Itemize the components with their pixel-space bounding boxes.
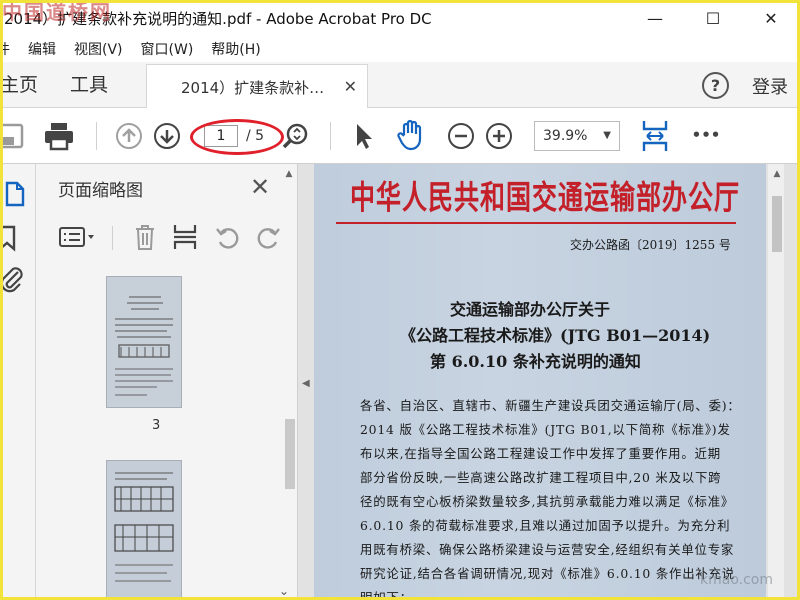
zoom-out-icon[interactable] [446, 121, 476, 151]
help-button[interactable]: ? [702, 72, 729, 99]
thumbnail-options-icon[interactable] [58, 224, 98, 250]
body-line: 明如下： [360, 590, 413, 600]
menu-view[interactable]: 视图(V) [65, 39, 132, 59]
prev-page-icon[interactable] [114, 121, 144, 151]
delete-icon[interactable] [132, 222, 158, 252]
zoom-level-value: 39.9% [543, 128, 588, 144]
body-line: 布以来,在指导全国公路工程建设工作中发挥了重要作用。近期 [360, 446, 721, 461]
rotate-left-icon[interactable] [214, 224, 242, 252]
page-thumbnail-3[interactable] [106, 276, 182, 408]
body-line: 2014 版《公路工程技术标准》(JTG B01,以下简称《标准》)发 [360, 422, 731, 437]
toolbar: 1 / 5 39.9% ▼ ••• [0, 108, 800, 164]
menu-help[interactable]: 帮助(H) [202, 39, 269, 59]
minimize-button[interactable]: — [626, 0, 684, 36]
pdf-page: 中华人民共和国交通运输部办公厅 交办公路函〔2019〕1255 号 交通运输部办… [314, 164, 766, 600]
next-page-icon[interactable] [152, 121, 182, 151]
document-title-line-2: 《公路工程技术标准》(JTG B01—2014) [400, 326, 711, 345]
panel-scrollbar[interactable] [285, 419, 295, 489]
toolbar-separator [330, 122, 331, 150]
menu-window[interactable]: 窗口(W) [132, 39, 203, 59]
select-arrow-icon[interactable] [350, 120, 376, 152]
thumbnail-panel: 页面缩略图 ✕ 3 ▲ ⌄ [36, 164, 298, 600]
maximize-button[interactable]: ☐ [684, 0, 742, 36]
corner-watermark: kmao.com [700, 572, 773, 588]
panel-title: 页面缩略图 [58, 181, 143, 201]
hand-tool-icon[interactable] [396, 118, 428, 152]
print-icon[interactable] [42, 120, 76, 152]
document-title-line-3: 第 6.0.10 条补充说明的通知 [430, 352, 641, 371]
panel-scroll-down-icon[interactable]: ⌄ [276, 584, 292, 598]
close-panel-icon[interactable]: ✕ [250, 173, 270, 201]
page-thumbnail-4[interactable] [106, 460, 182, 600]
menu-bar: 件 编辑 视图(V) 窗口(W) 帮助(H) [0, 36, 800, 62]
body-line: 研究论证,结合各省调研情况,现对《标准》6.0.10 条作出补充说 [360, 566, 736, 581]
thumbnail-page-label: 3 [152, 418, 161, 433]
site-watermark: 中国道桥网 [2, 0, 112, 24]
login-button[interactable]: 登录 [752, 73, 788, 99]
title-bar: 中国道桥网 2014）扩建条款补充说明的通知.pdf - Adobe Acrob… [0, 0, 800, 36]
bookmark-icon[interactable] [0, 224, 20, 252]
toolbar-separator [96, 122, 97, 150]
scan-shading [314, 164, 766, 600]
body-line: 6.0.10 条的荷载标准要求,且难以通过加固予以提升。为充分利 [360, 518, 731, 533]
rotate-right-icon[interactable] [254, 224, 282, 252]
document-tab-label: 2014）扩建条款补… [181, 78, 325, 97]
attachment-icon[interactable] [0, 264, 24, 294]
issuing-organization: 中华人民共和国交通运输部办公厅 [350, 178, 741, 217]
tab-tools[interactable]: 工具 [70, 62, 108, 108]
zoom-level-select[interactable]: 39.9% ▼ [534, 121, 620, 151]
panel-separator [112, 226, 113, 250]
document-title-line-1: 交通运输部办公厅关于 [450, 300, 611, 319]
zoom-in-icon[interactable] [484, 121, 514, 151]
body-line: 各省、自治区、直辖市、新疆生产建设兵团交通运输厅(局、委)： [360, 398, 741, 413]
more-icon[interactable]: ••• [690, 122, 722, 148]
red-header-rule [336, 222, 736, 224]
body-line: 部分省份反映,一些高速公路改扩建工程项目中,20 米及以下跨 [360, 470, 722, 485]
panel-scroll-up-icon[interactable]: ▲ [282, 168, 296, 180]
body-line: 用既有桥梁、确保公路桥梁建设与运营安全,经组织有关单位专家 [360, 542, 735, 557]
chevron-down-icon: ▼ [603, 130, 611, 141]
save-icon[interactable] [0, 122, 26, 150]
document-number: 交办公路函〔2019〕1255 号 [570, 238, 731, 252]
tab-home[interactable]: 主页 [0, 62, 38, 108]
red-annotation-ellipse [190, 119, 284, 155]
close-tab-icon[interactable]: ✕ [344, 77, 357, 96]
menu-file[interactable]: 件 [0, 39, 19, 59]
close-window-button[interactable]: ✕ [742, 0, 800, 36]
tab-document[interactable]: 2014）扩建条款补… ✕ [146, 64, 368, 109]
fit-page-icon[interactable] [640, 118, 670, 154]
left-rail [0, 164, 36, 600]
doc-scroll-up-icon[interactable]: ▲ [770, 168, 784, 180]
zoom-search-icon[interactable] [282, 121, 310, 151]
menu-edit[interactable]: 编辑 [19, 39, 65, 59]
tab-row: 主页 工具 2014）扩建条款补… ✕ [0, 62, 800, 109]
crop-pages-icon[interactable] [172, 222, 198, 252]
page-thumbnails-icon[interactable] [2, 180, 26, 208]
document-scroll-thumb[interactable] [772, 196, 782, 252]
body-line: 径的既有空心板桥梁数量较多,其抗剪承载能力难以满足《标准》 [360, 494, 735, 509]
collapse-panel-icon[interactable]: ◀ [302, 378, 310, 389]
